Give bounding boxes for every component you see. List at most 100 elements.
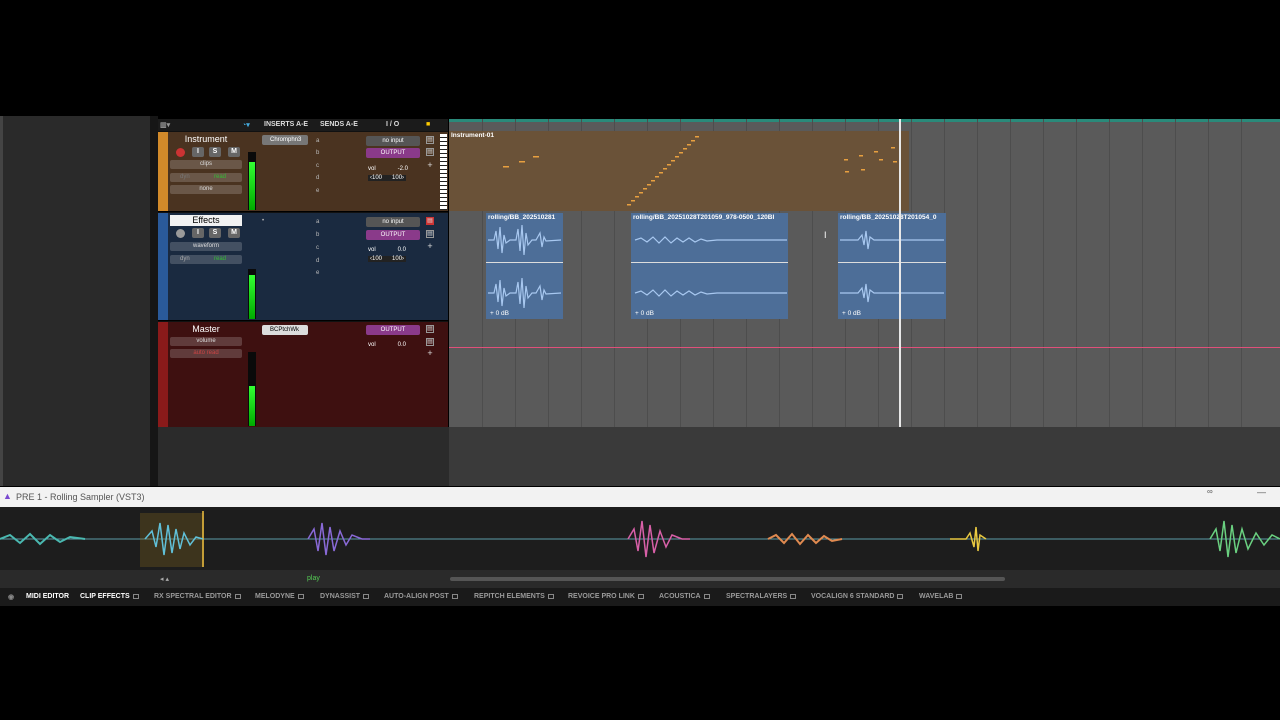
- pan-readout[interactable]: ‹100 100›: [368, 175, 407, 181]
- waveform: [488, 224, 562, 309]
- io-header[interactable]: I / O: [386, 121, 399, 128]
- timeline-empty-area[interactable]: [449, 427, 1280, 486]
- clip-gain[interactable]: + 0 dB: [842, 310, 861, 317]
- tab-midi-editor[interactable]: MIDI EDITOR: [26, 593, 69, 600]
- playhead[interactable]: [899, 119, 901, 427]
- audio-clip[interactable]: rolling/BB_202510281 + 0 dB: [486, 213, 563, 319]
- volume-readout[interactable]: vol 0.0: [368, 247, 406, 253]
- track-color-strip[interactable]: [158, 322, 168, 427]
- add-icon[interactable]: +: [426, 349, 434, 358]
- settings-icon[interactable]: ▤: [426, 338, 434, 346]
- add-icon[interactable]: +: [426, 242, 434, 251]
- tab-dynassist[interactable]: DYNASSIST: [320, 593, 370, 600]
- grid-icon[interactable]: ▥▾: [160, 121, 170, 129]
- horizontal-scrollbar[interactable]: [450, 577, 1005, 581]
- piano-keyboard[interactable]: [440, 134, 447, 210]
- input-monitor-button[interactable]: I: [192, 228, 204, 238]
- track-effects[interactable]: Effects I S M waveform dyn read • a b c d…: [158, 212, 448, 320]
- waveform: [634, 236, 787, 297]
- tab-acoustica[interactable]: ACOUSTICA: [659, 593, 710, 600]
- sampler-waveform[interactable]: [0, 507, 1280, 570]
- audio-clip[interactable]: rolling/BB_20251028T201054_0 + 0 dB: [838, 213, 946, 319]
- send-d[interactable]: d: [316, 175, 319, 181]
- solo-button[interactable]: S: [209, 228, 221, 238]
- record-arm-button[interactable]: [176, 229, 185, 238]
- inserts-header[interactable]: INSERTS A-E: [264, 121, 308, 128]
- track-name[interactable]: Instrument: [170, 134, 242, 145]
- tab-repitch-elements[interactable]: REPITCH ELEMENTS: [474, 593, 554, 600]
- automation-selector[interactable]: dyn read: [170, 173, 242, 182]
- input-monitor-button[interactable]: I: [192, 147, 204, 157]
- tab-spectralayers[interactable]: SPECTRALAYERS: [726, 593, 797, 600]
- output-icon[interactable]: ▤: [426, 230, 434, 238]
- view-selector[interactable]: volume: [170, 337, 242, 346]
- panel-divider[interactable]: [150, 116, 158, 486]
- arrangement-timeline[interactable]: Instrument-01 rolling/BB_202510281 + 0 d…: [449, 119, 1280, 427]
- pan-readout[interactable]: ‹100 100›: [368, 256, 407, 262]
- send-e[interactable]: e: [316, 270, 319, 276]
- input-monitor-icon[interactable]: ▤: [426, 217, 434, 225]
- pan-right: 100›: [392, 256, 405, 262]
- tab-revoice-pro-link[interactable]: REVOICE PRO LINK: [568, 593, 644, 600]
- clip-gain[interactable]: + 0 dB: [490, 310, 509, 317]
- output-selector[interactable]: OUTPUT: [366, 230, 420, 240]
- send-c[interactable]: c: [316, 163, 319, 169]
- track-name[interactable]: Master: [170, 324, 242, 335]
- scroll-left-icon[interactable]: ◂ ▴: [160, 575, 169, 583]
- solo-button[interactable]: S: [209, 147, 221, 157]
- view-selector[interactable]: waveform: [170, 242, 242, 251]
- send-a[interactable]: a: [316, 138, 319, 144]
- output-icon[interactable]: ▤: [426, 325, 434, 333]
- send-a[interactable]: a: [316, 219, 319, 225]
- send-c[interactable]: c: [316, 245, 319, 251]
- tab-auto-align-post[interactable]: AUTO-ALIGN POST: [384, 593, 458, 600]
- output-icon[interactable]: ▤: [426, 148, 434, 156]
- timeline-ruler[interactable]: [449, 119, 1280, 122]
- link-icon[interactable]: ∞: [1207, 487, 1213, 496]
- insert-slot-a[interactable]: Chromphn3: [262, 135, 308, 145]
- volume-readout[interactable]: vol 0.0: [368, 342, 406, 348]
- automation-selector[interactable]: auto read: [170, 349, 242, 358]
- send-e[interactable]: e: [316, 188, 319, 194]
- tab-clip-effects[interactable]: CLIP EFFECTS: [80, 593, 139, 600]
- master-volume-automation[interactable]: [449, 347, 1280, 348]
- text-cursor-icon: I: [824, 230, 827, 240]
- lock-icon[interactable]: ■: [426, 121, 430, 128]
- sends-header[interactable]: SENDS A-E: [320, 121, 358, 128]
- tab-melodyne[interactable]: MELODYNE: [255, 593, 304, 600]
- track-name[interactable]: Effects: [170, 215, 242, 226]
- send-d[interactable]: d: [316, 258, 319, 264]
- tab-vocalign[interactable]: VOCALIGN 6 STANDARD: [811, 593, 904, 600]
- close-panel-icon[interactable]: ◉: [8, 593, 14, 601]
- insert-slot-a[interactable]: BCPtchWk: [262, 325, 308, 335]
- group-selector[interactable]: none: [170, 185, 242, 194]
- midi-clip[interactable]: Instrument-01: [449, 131, 909, 211]
- mute-button[interactable]: M: [228, 147, 240, 157]
- input-selector[interactable]: no input: [366, 136, 420, 146]
- tab-wavelab[interactable]: WAVELAB: [919, 593, 963, 600]
- track-master[interactable]: Master volume auto read BCPtchWk OUTPUT …: [158, 321, 448, 427]
- output-selector[interactable]: OUTPUT: [366, 148, 420, 158]
- input-monitor-icon[interactable]: ▤: [426, 136, 434, 144]
- volume-readout[interactable]: vol -2.0: [368, 166, 408, 172]
- send-b[interactable]: b: [316, 150, 319, 156]
- audio-clip[interactable]: rolling/BB_20251028T201059_978-0500_120B…: [631, 213, 788, 319]
- add-icon[interactable]: +: [426, 161, 434, 170]
- output-selector[interactable]: OUTPUT: [366, 325, 420, 335]
- automation-selector[interactable]: dyn read: [170, 255, 242, 264]
- view-selector[interactable]: clips: [170, 160, 242, 169]
- plugin-title-bar[interactable]: ▲ PRE 1 - Rolling Sampler (VST3) ∞ —: [0, 487, 1280, 507]
- play-mode-label[interactable]: play: [307, 575, 320, 582]
- input-selector[interactable]: no input: [366, 217, 420, 227]
- track-color-strip[interactable]: [158, 132, 168, 211]
- track-instrument[interactable]: Instrument I S M clips dyn read none Chro…: [158, 131, 448, 211]
- insert-slot-empty[interactable]: •: [262, 218, 264, 224]
- record-arm-button[interactable]: [176, 148, 185, 157]
- sync-icon[interactable]: ◔▾: [242, 121, 250, 129]
- track-color-strip[interactable]: [158, 213, 168, 320]
- tab-rx-spectral-editor[interactable]: RX SPECTRAL EDITOR: [154, 593, 241, 600]
- send-b[interactable]: b: [316, 232, 319, 238]
- minimize-icon[interactable]: —: [1257, 487, 1266, 497]
- clip-gain[interactable]: + 0 dB: [635, 310, 654, 317]
- mute-button[interactable]: M: [228, 228, 240, 238]
